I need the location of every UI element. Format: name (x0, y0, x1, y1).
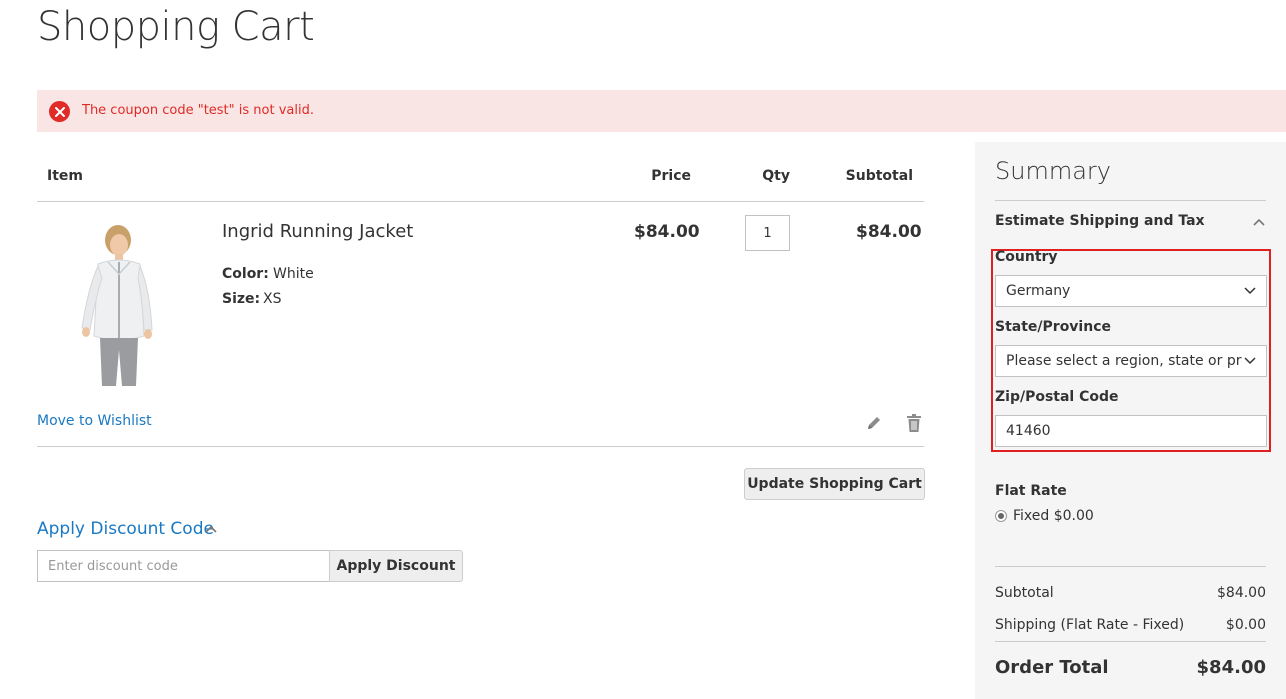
estimate-shipping-toggle[interactable]: Estimate Shipping and Tax (995, 213, 1205, 229)
pencil-icon[interactable] (865, 414, 883, 432)
summary-title: Summary (995, 157, 1111, 185)
chevron-up-icon[interactable] (1253, 218, 1265, 226)
error-message: The coupon code "test" is not valid. (37, 90, 1286, 132)
column-header-qty: Qty (762, 168, 790, 184)
flat-rate-option-label: Fixed $0.00 (1013, 508, 1094, 524)
chevron-down-icon (1244, 357, 1256, 365)
discount-code-input[interactable] (37, 550, 330, 582)
zip-postal-code-input[interactable] (995, 415, 1267, 447)
apply-discount-button[interactable]: Apply Discount (329, 550, 463, 582)
zip-postal-code-label: Zip/Postal Code (995, 389, 1119, 405)
table-divider (37, 201, 924, 202)
totals-divider (995, 566, 1266, 567)
order-total-value: $84.00 (1196, 657, 1266, 678)
flat-rate-title: Flat Rate (995, 483, 1067, 499)
shipping-value: $0.00 (1225, 617, 1266, 633)
flat-rate-radio[interactable] (995, 510, 1007, 522)
state-province-label: State/Province (995, 319, 1111, 335)
product-image[interactable] (52, 218, 187, 388)
state-province-select[interactable]: Please select a region, state or provinc… (995, 345, 1267, 377)
state-province-select-value: Please select a region, state or provinc… (1006, 353, 1242, 369)
item-subtotal: $84.00 (856, 222, 922, 242)
option-value-size: XS (263, 291, 282, 307)
option-label-color: Color: (222, 266, 269, 282)
order-total-divider (995, 641, 1266, 642)
country-select[interactable]: Germany (995, 275, 1267, 307)
move-to-wishlist-link[interactable]: Move to Wishlist (37, 413, 152, 429)
shipping-label: Shipping (Flat Rate - Fixed) (995, 617, 1185, 633)
page-title: Shopping Cart (37, 4, 315, 50)
actions-divider (37, 446, 924, 447)
subtotal-value: $84.00 (1217, 585, 1266, 601)
country-select-value: Germany (1006, 283, 1071, 299)
option-label-size: Size: (222, 291, 261, 307)
apply-discount-toggle[interactable]: Apply Discount Code (37, 519, 214, 539)
column-header-price: Price (651, 168, 691, 184)
product-name-link[interactable]: Ingrid Running Jacket (222, 221, 413, 242)
summary-divider (995, 200, 1266, 201)
country-label: Country (995, 249, 1058, 265)
update-shopping-cart-button[interactable]: Update Shopping Cart (744, 468, 925, 500)
chevron-down-icon (1244, 287, 1256, 295)
column-header-item: Item (47, 168, 83, 184)
summary-panel: Summary Estimate Shipping and Tax Countr… (975, 142, 1286, 699)
error-x-icon (49, 101, 70, 122)
subtotal-label: Subtotal (995, 585, 1054, 601)
column-header-subtotal: Subtotal (845, 168, 913, 184)
error-text: The coupon code "test" is not valid. (82, 103, 314, 118)
item-price: $84.00 (634, 222, 700, 242)
option-value-color: White (273, 266, 314, 282)
chevron-up-icon[interactable] (205, 525, 217, 533)
order-total-label: Order Total (995, 657, 1109, 678)
qty-input[interactable] (745, 215, 790, 251)
trash-icon[interactable] (906, 413, 922, 433)
